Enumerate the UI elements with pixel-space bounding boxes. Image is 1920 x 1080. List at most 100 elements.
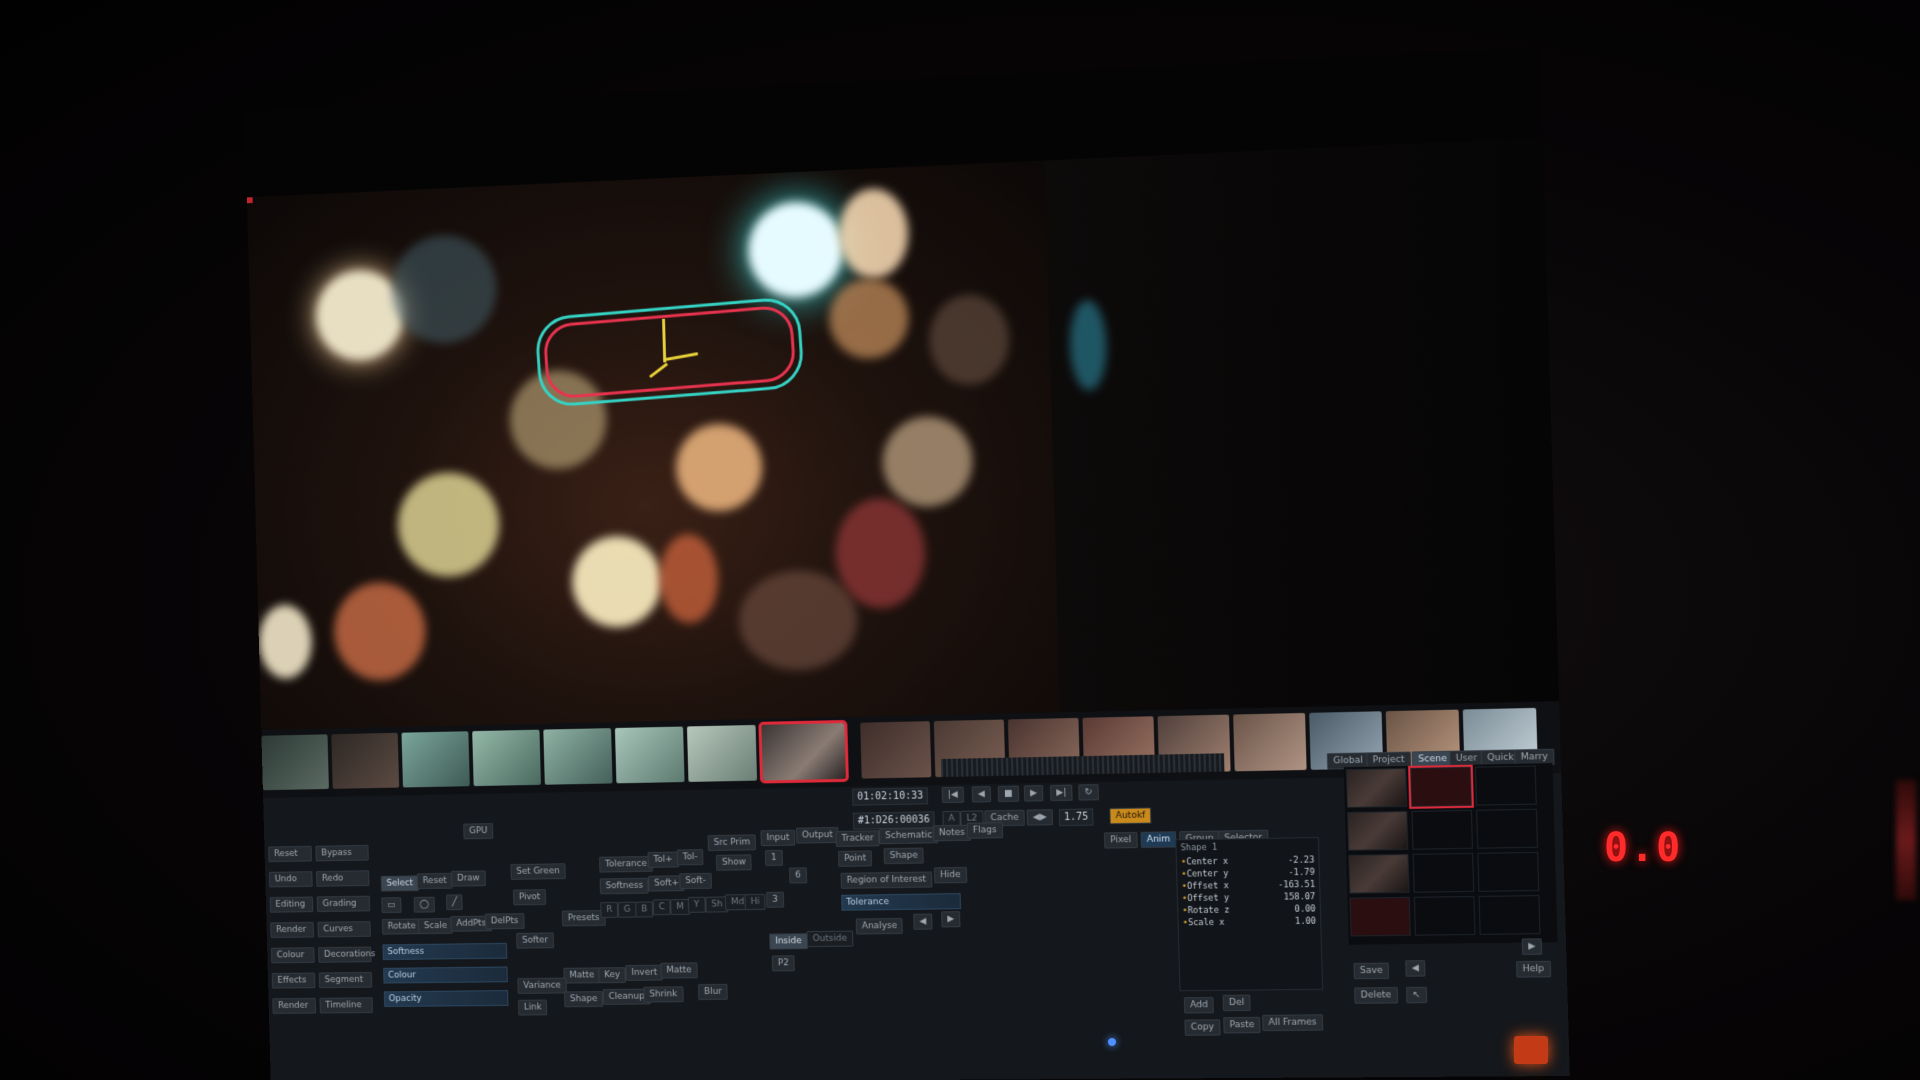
stop-button[interactable]: ■ — [997, 785, 1019, 803]
shape-button[interactable]: Shape — [563, 991, 604, 1008]
delpts-button[interactable]: DelPts — [484, 913, 525, 930]
ellipse-shape-button[interactable]: ◯ — [413, 896, 436, 913]
bin-cell[interactable] — [1411, 809, 1474, 850]
bin-cell[interactable] — [1413, 895, 1476, 936]
line-shape-button[interactable]: ╱ — [445, 894, 464, 911]
clip-thumbnail[interactable] — [331, 732, 400, 789]
link-button[interactable]: Link — [517, 999, 548, 1016]
clip-thumbnail[interactable] — [686, 724, 758, 782]
menu-redo[interactable]: Redo — [316, 870, 370, 887]
bin-cell[interactable] — [1348, 853, 1410, 894]
tol-minus-button[interactable]: Tol- — [676, 849, 704, 866]
orange-hardware-button[interactable] — [1514, 1036, 1548, 1064]
tolerance-button[interactable]: Tolerance — [599, 855, 653, 873]
param-value[interactable]: -1.79 — [1288, 867, 1315, 880]
notes-tab[interactable]: Notes — [932, 824, 972, 842]
menu-timeline[interactable]: Timeline — [319, 997, 373, 1014]
p2-button[interactable]: P2 — [771, 955, 795, 972]
softness-field[interactable]: Softness — [382, 942, 508, 961]
menu-render-2[interactable]: Render — [272, 997, 317, 1014]
bin-cell[interactable] — [1347, 810, 1409, 851]
clip-thumbnail[interactable] — [614, 726, 685, 784]
blur-button[interactable]: Blur — [697, 983, 728, 1001]
channel-g-button[interactable]: G — [617, 901, 637, 918]
tol-plus-button[interactable]: Tol+ — [647, 851, 679, 868]
invert-button[interactable]: Invert — [625, 964, 664, 981]
analyse-button[interactable]: Analyse — [855, 917, 904, 935]
menu-undo[interactable]: Undo — [268, 871, 313, 888]
param-row[interactable]: •Scale x 1.00 — [1183, 916, 1317, 930]
bin-cell[interactable] — [1478, 895, 1541, 935]
matte-button[interactable]: Matte — [563, 967, 601, 984]
menu-effects[interactable]: Effects — [271, 972, 316, 989]
speed-arrows-button[interactable]: ◀▶ — [1026, 809, 1053, 826]
param-value[interactable]: -2.23 — [1288, 854, 1315, 867]
inside-button[interactable]: Inside — [769, 933, 808, 950]
bin-save-button[interactable]: Save — [1353, 962, 1390, 980]
play-button[interactable]: ▶ — [1023, 785, 1044, 802]
jump-start-button[interactable]: |◀ — [941, 786, 965, 804]
scale-button[interactable]: Scale — [417, 918, 454, 935]
input-button[interactable]: Input — [760, 829, 796, 847]
shrink-button[interactable]: Shrink — [643, 986, 684, 1003]
matte-2-button[interactable]: Matte — [660, 962, 698, 979]
speed-value[interactable]: 1.75 — [1058, 808, 1094, 827]
bin-scroll-left-button[interactable]: ◀ — [1405, 960, 1426, 977]
analyse-back-button[interactable]: ◀ — [913, 913, 933, 930]
bin-scroll-right-button[interactable]: ▶ — [1521, 938, 1543, 955]
opacity-field[interactable]: Opacity — [383, 990, 509, 1008]
key-3-button[interactable]: 3 — [766, 891, 784, 908]
key-1-button[interactable]: 1 — [764, 849, 783, 867]
param-value[interactable]: 1.00 — [1295, 916, 1316, 928]
colour-field[interactable]: Colour — [383, 966, 508, 984]
param-value[interactable]: 158.07 — [1284, 891, 1316, 904]
bin-help-button[interactable]: Help — [1516, 960, 1551, 978]
region-of-interest-button[interactable]: Region of Interest — [840, 871, 933, 889]
tracker-shape-button[interactable]: Shape — [883, 847, 924, 865]
hide-button[interactable]: Hide — [933, 866, 967, 884]
param-paste-button[interactable]: Paste — [1223, 1016, 1261, 1034]
menu-colour[interactable]: Colour — [270, 947, 315, 964]
step-back-button[interactable]: ◀ — [971, 786, 992, 803]
channel-r-button[interactable]: R — [600, 901, 619, 918]
variance-button[interactable]: Variance — [517, 977, 567, 994]
parameter-list[interactable]: Shape 1 •Center x -2.23 •Center y -1.79 … — [1175, 836, 1324, 992]
bin-cell-selected[interactable] — [1408, 764, 1474, 809]
menu-grading[interactable]: Grading — [316, 895, 371, 913]
channel-y-button[interactable]: Y — [687, 896, 706, 913]
softness-button[interactable]: Softness — [599, 877, 650, 895]
anim-button[interactable]: Anim — [1140, 831, 1177, 849]
param-add-button[interactable]: Add — [1183, 997, 1215, 1014]
param-copy-button[interactable]: Copy — [1184, 1019, 1221, 1036]
softer-button[interactable]: Softer — [516, 932, 555, 949]
menu-render[interactable]: Render — [270, 921, 315, 939]
bin-cell[interactable] — [1476, 808, 1539, 849]
point-button[interactable]: Point — [837, 850, 873, 867]
bin-cell[interactable] — [1349, 896, 1411, 937]
pixel-button[interactable]: Pixel — [1103, 831, 1138, 849]
menu-editing[interactable]: Editing — [269, 896, 314, 913]
rectangle-shape-button[interactable]: ▭ — [381, 897, 402, 914]
output-button[interactable]: Output — [795, 826, 839, 844]
draw-tool-button[interactable]: Draw — [451, 870, 486, 887]
rotate-button[interactable]: Rotate — [381, 918, 422, 935]
menu-decorations[interactable]: Decorations — [318, 946, 375, 963]
flags-tab[interactable]: Flags — [966, 822, 1003, 839]
param-del-button[interactable]: Del — [1222, 994, 1251, 1012]
bin-cell[interactable] — [1345, 768, 1408, 808]
loop-button[interactable]: ↻ — [1078, 784, 1099, 801]
show-button[interactable]: Show — [715, 854, 752, 871]
clip-thumbnail[interactable] — [261, 734, 329, 791]
clip-thumbnail[interactable] — [543, 728, 613, 785]
select-tool-button[interactable]: Select — [380, 875, 419, 892]
bin-delete-button[interactable]: Delete — [1354, 987, 1398, 1004]
menu-reset[interactable]: Reset — [268, 845, 312, 863]
highlights-button[interactable]: Hi — [744, 893, 766, 911]
bin-cell[interactable] — [1412, 852, 1475, 893]
soft-minus-button[interactable]: Soft- — [679, 872, 712, 890]
all-frames-button[interactable]: All Frames — [1262, 1014, 1324, 1032]
pointer-icon[interactable]: ↖ — [1406, 986, 1427, 1004]
image-viewer[interactable] — [246, 137, 1560, 730]
bin-cell[interactable] — [1477, 851, 1540, 892]
param-value[interactable]: 0.00 — [1294, 903, 1315, 916]
